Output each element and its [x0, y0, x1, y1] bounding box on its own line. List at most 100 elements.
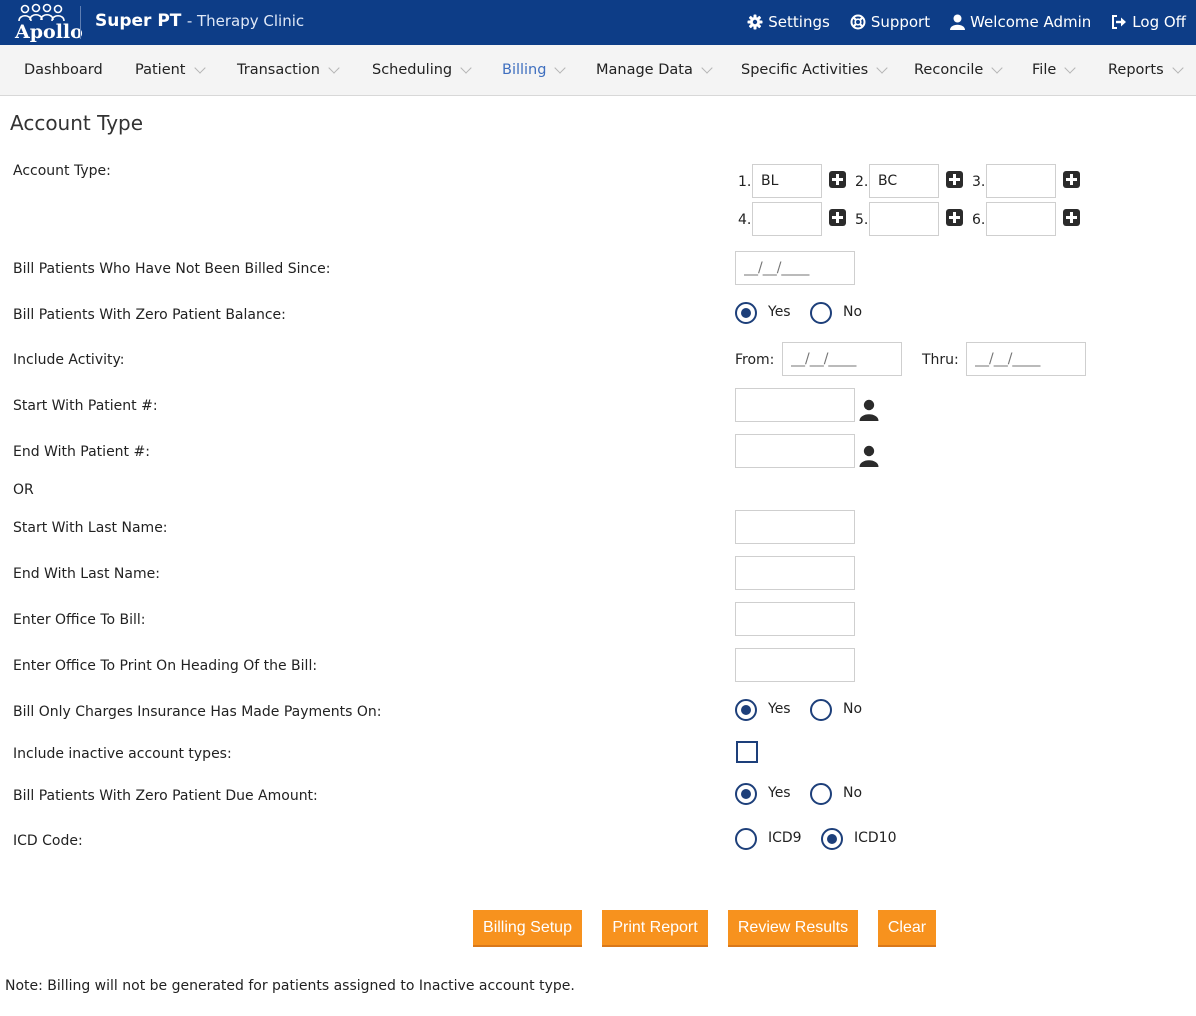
- account-type-5-input[interactable]: [869, 202, 939, 236]
- page-title: Account Type: [10, 111, 144, 135]
- activity-from-date-input[interactable]: [782, 342, 902, 376]
- top-links: Settings Support Welcome Admin Log Off: [747, 13, 1186, 31]
- icd9-radio[interactable]: [735, 828, 757, 850]
- nav-file[interactable]: File: [1032, 61, 1076, 78]
- nav-patient[interactable]: Patient: [135, 61, 206, 78]
- nav-label: Reconcile: [914, 62, 984, 78]
- end-last-name-input[interactable]: [735, 556, 855, 590]
- start-last-name-label: Start With Last Name:: [13, 520, 168, 536]
- chevron-down-icon: [701, 61, 713, 74]
- chevron-down-icon: [991, 61, 1003, 74]
- nav-label: Specific Activities: [741, 62, 869, 78]
- clear-button[interactable]: Clear: [878, 910, 936, 947]
- nav-label: File: [1032, 62, 1057, 78]
- chevron-down-icon: [1171, 61, 1184, 74]
- zero-balance-yes-radio[interactable]: [735, 302, 757, 324]
- support-link[interactable]: Support: [850, 13, 930, 31]
- insurance-paid-yes-radio[interactable]: [735, 699, 757, 721]
- zero-balance-no-radio[interactable]: [810, 302, 832, 324]
- print-report-button[interactable]: Print Report: [602, 910, 708, 947]
- nav-manage-data[interactable]: Manage Data: [596, 61, 713, 78]
- plus-icon[interactable]: [829, 171, 846, 188]
- nav-label: Billing: [502, 62, 547, 78]
- office-heading-input[interactable]: [735, 648, 855, 682]
- account-num-6: 6.: [972, 212, 986, 228]
- plus-icon[interactable]: [829, 209, 846, 226]
- no-label: No: [843, 785, 863, 801]
- plus-icon[interactable]: [1063, 209, 1080, 226]
- inactive-label: Include inactive account types:: [13, 746, 232, 762]
- brand-subtitle: - Therapy Clinic: [186, 12, 305, 30]
- nav-label: Reports: [1108, 62, 1164, 78]
- include-activity-label: Include Activity:: [13, 352, 125, 368]
- header-divider: [80, 6, 81, 39]
- activity-thru-date-input[interactable]: [966, 342, 1086, 376]
- nav-reports[interactable]: Reports: [1108, 61, 1184, 78]
- zero-due-no-radio[interactable]: [810, 783, 832, 805]
- chevron-down-icon: [460, 61, 472, 74]
- nav-reconcile[interactable]: Reconcile: [914, 61, 1003, 78]
- logo-text: Apollo: [15, 21, 83, 43]
- nav-transaction[interactable]: Transaction: [237, 61, 340, 78]
- gear-icon: [747, 14, 763, 30]
- no-label: No: [843, 701, 863, 717]
- end-last-name-label: End With Last Name:: [13, 566, 160, 582]
- thru-label: Thru:: [922, 352, 959, 368]
- account-type-6-input[interactable]: [986, 202, 1056, 236]
- account-type-3-input[interactable]: [986, 164, 1056, 198]
- include-inactive-checkbox[interactable]: [736, 741, 758, 763]
- office-bill-input[interactable]: [735, 602, 855, 636]
- account-num-3: 3.: [972, 174, 986, 190]
- zero-due-yes-radio[interactable]: [735, 783, 757, 805]
- account-num-1: 1.: [738, 174, 752, 190]
- person-lookup-icon[interactable]: [859, 445, 879, 467]
- settings-link[interactable]: Settings: [747, 13, 830, 31]
- account-num-2: 2.: [855, 174, 869, 190]
- icd10-radio[interactable]: [821, 828, 843, 850]
- yes-label: Yes: [768, 304, 791, 320]
- review-results-button[interactable]: Review Results: [728, 910, 858, 947]
- bill-since-date-input[interactable]: [735, 251, 855, 285]
- people-logo-icon: [18, 3, 65, 22]
- nav-specific-activities[interactable]: Specific Activities: [741, 61, 888, 78]
- billing-setup-button[interactable]: Billing Setup: [473, 910, 582, 947]
- support-label: Support: [870, 13, 931, 31]
- plus-icon[interactable]: [946, 171, 963, 188]
- brand-title: Super PT - Therapy Clinic: [95, 11, 304, 31]
- nav-billing[interactable]: Billing: [502, 61, 567, 78]
- logoff-link[interactable]: Log Off: [1111, 13, 1186, 31]
- insurance-paid-no-radio[interactable]: [810, 699, 832, 721]
- account-type-2-input[interactable]: [869, 164, 939, 198]
- start-last-name-input[interactable]: [735, 510, 855, 544]
- end-patient-input[interactable]: [735, 434, 855, 468]
- apollo-logo[interactable]: Apollo: [12, 3, 83, 43]
- insurance-paid-label: Bill Only Charges Insurance Has Made Pay…: [13, 704, 382, 720]
- zero-due-label: Bill Patients With Zero Patient Due Amou…: [13, 788, 318, 804]
- account-type-1-input[interactable]: [752, 164, 822, 198]
- office-heading-label: Enter Office To Print On Heading Of the …: [13, 658, 318, 674]
- chevron-down-icon: [554, 61, 567, 74]
- chevron-down-icon: [876, 61, 888, 74]
- account-type-label: Account Type:: [13, 163, 111, 179]
- yes-label: Yes: [768, 701, 791, 717]
- bill-since-label: Bill Patients Who Have Not Been Billed S…: [13, 261, 331, 277]
- logoff-label: Log Off: [1132, 13, 1186, 31]
- settings-label: Settings: [768, 13, 830, 31]
- chevron-down-icon: [328, 61, 340, 74]
- account-type-4-input[interactable]: [752, 202, 822, 236]
- office-bill-label: Enter Office To Bill:: [13, 612, 146, 628]
- nav-label: Dashboard: [24, 62, 103, 78]
- nav-scheduling[interactable]: Scheduling: [372, 61, 472, 78]
- chevron-down-icon: [1064, 61, 1076, 74]
- account-num-5: 5.: [855, 212, 869, 228]
- nav-dashboard[interactable]: Dashboard: [24, 62, 103, 78]
- yes-label: Yes: [768, 785, 791, 801]
- plus-icon[interactable]: [1063, 171, 1080, 188]
- nav-label: Patient: [135, 62, 186, 78]
- person-lookup-icon[interactable]: [859, 399, 879, 421]
- start-patient-input[interactable]: [735, 388, 855, 422]
- icd-code-label: ICD Code:: [13, 833, 83, 849]
- plus-icon[interactable]: [946, 209, 963, 226]
- billing-note: Note: Billing will not be generated for …: [5, 978, 575, 994]
- welcome-user[interactable]: Welcome Admin: [950, 13, 1091, 31]
